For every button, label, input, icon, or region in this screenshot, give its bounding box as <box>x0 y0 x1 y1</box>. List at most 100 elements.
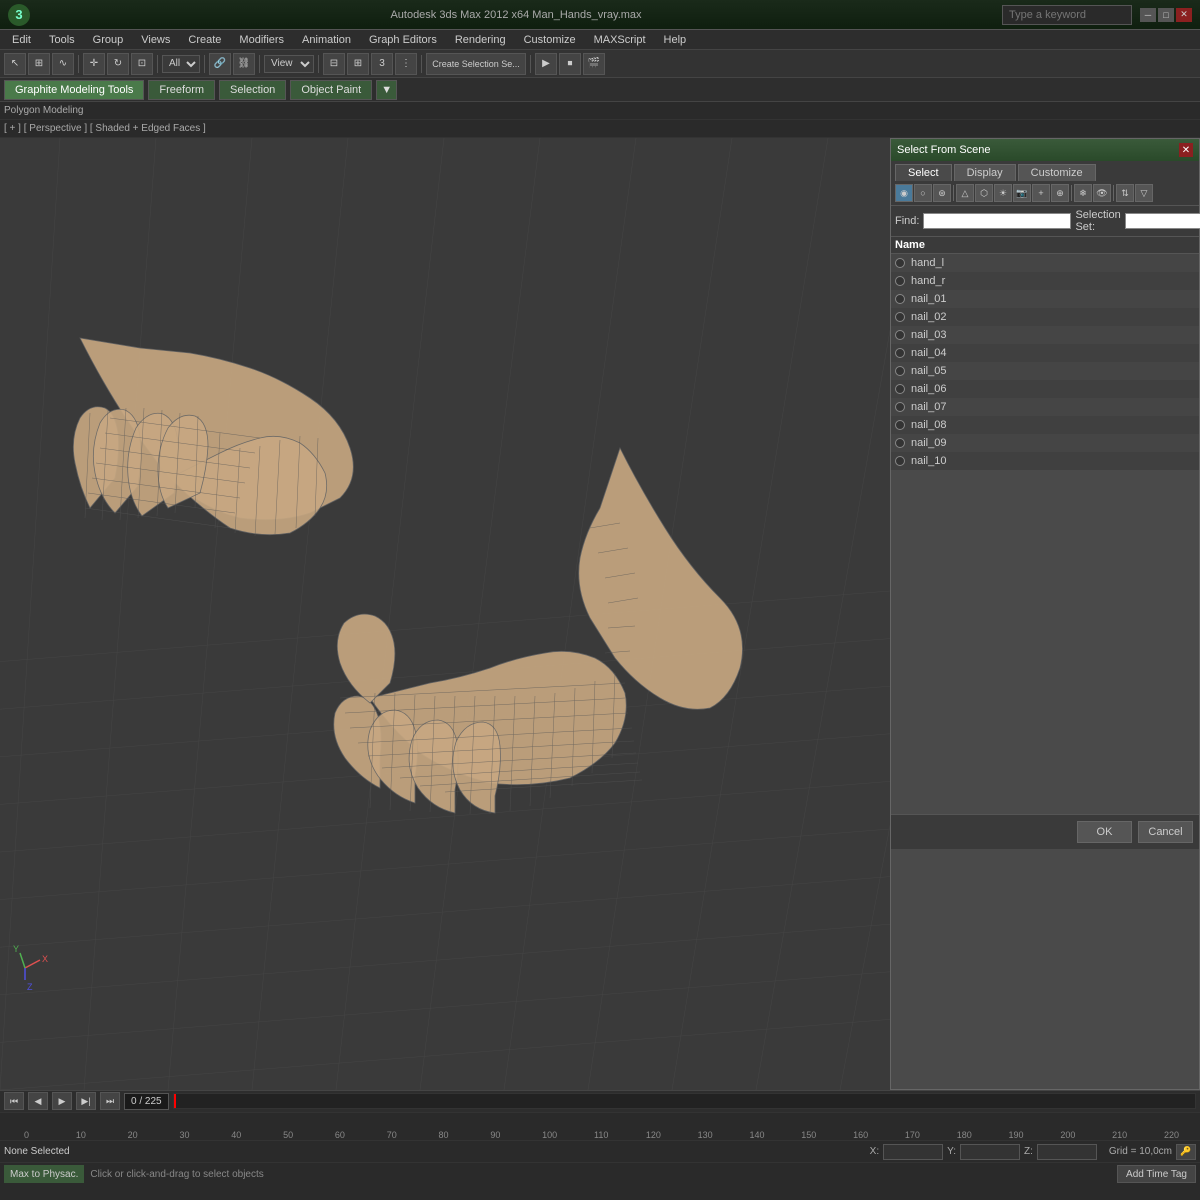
dlg-hidden-btn[interactable]: 👁 <box>1093 184 1111 202</box>
search-input[interactable] <box>1002 5 1132 25</box>
dlg-filter-btn[interactable]: ▽ <box>1135 184 1153 202</box>
menu-tools[interactable]: Tools <box>41 32 83 48</box>
tl-prev-btn[interactable]: ◀ <box>28 1092 48 1110</box>
list-item[interactable]: nail_05 <box>891 362 1199 380</box>
toolbar2-options-btn[interactable]: ▼ <box>376 80 397 100</box>
list-item[interactable]: hand_r <box>891 272 1199 290</box>
menu-views[interactable]: Views <box>133 32 178 48</box>
item-indicator <box>895 348 905 358</box>
render-btn[interactable]: 🎬 <box>583 53 605 75</box>
menu-maxscript[interactable]: MAXScript <box>586 32 654 48</box>
dlg-all-btn[interactable]: ◉ <box>895 184 913 202</box>
dlg-invert-btn[interactable]: ⊛ <box>933 184 951 202</box>
tl-play-btn[interactable]: ▶ <box>52 1092 72 1110</box>
list-item[interactable]: nail_03 <box>891 326 1199 344</box>
menu-create[interactable]: Create <box>180 32 229 48</box>
menu-rendering[interactable]: Rendering <box>447 32 514 48</box>
list-item[interactable]: nail_08 <box>891 416 1199 434</box>
dlg-helpers-btn[interactable]: + <box>1032 184 1050 202</box>
list-item[interactable]: nail_01 <box>891 290 1199 308</box>
dialog-titlebar[interactable]: Select From Scene ✕ <box>891 139 1199 161</box>
dlg-sep-1 <box>953 185 954 201</box>
tl-end-btn[interactable]: ⏭ <box>100 1092 120 1110</box>
status-right: Add Time Tag <box>1117 1165 1196 1183</box>
tab-graphite-modeling[interactable]: Graphite Modeling Tools <box>4 80 144 100</box>
reference-select[interactable]: All <box>162 55 200 73</box>
list-item[interactable]: nail_04 <box>891 344 1199 362</box>
timeline-track[interactable] <box>173 1093 1196 1109</box>
dialog-cancel-button[interactable]: Cancel <box>1138 821 1193 843</box>
maximize-button[interactable]: □ <box>1158 8 1174 22</box>
menu-animation[interactable]: Animation <box>294 32 359 48</box>
dlg-shapes-btn[interactable]: ⬡ <box>975 184 993 202</box>
view-select[interactable]: View <box>264 55 314 73</box>
tl-start-btn[interactable]: ⏮ <box>4 1092 24 1110</box>
align-btn[interactable]: ⊟ <box>323 53 345 75</box>
list-item[interactable]: nail_10 <box>891 452 1199 470</box>
create-selection-btn[interactable]: Create Selection Se... <box>426 53 526 75</box>
stop-btn[interactable]: ⏹ <box>559 53 581 75</box>
list-item[interactable]: nail_09 <box>891 434 1199 452</box>
dialog-tab-display[interactable]: Display <box>954 164 1016 181</box>
status-row-1: None Selected X: Y: Z: Grid = 10,0cm 🔑 <box>0 1141 1200 1163</box>
array-btn[interactable]: 3 <box>371 53 393 75</box>
close-button[interactable]: ✕ <box>1176 8 1192 22</box>
toolbar-separator-2 <box>157 55 158 73</box>
menu-group[interactable]: Group <box>85 32 132 48</box>
lasso-btn[interactable]: ∿ <box>52 53 74 75</box>
find-input[interactable] <box>923 213 1071 229</box>
list-item[interactable]: nail_07 <box>891 398 1199 416</box>
menu-graph-editors[interactable]: Graph Editors <box>361 32 445 48</box>
rotate-btn[interactable]: ↻ <box>107 53 129 75</box>
viewport-header: [ + ] [ Perspective ] [ Shaded + Edged F… <box>0 120 1200 138</box>
dialog-tab-select[interactable]: Select <box>895 164 952 181</box>
dlg-frozen-btn[interactable]: ❄ <box>1074 184 1092 202</box>
dialog-tab-customize[interactable]: Customize <box>1018 164 1096 181</box>
scrub-bar[interactable]: 0102030405060708090100110120130140150160… <box>0 1113 1200 1140</box>
list-item[interactable]: hand_l <box>891 254 1199 272</box>
item-indicator <box>895 438 905 448</box>
timeline-tick: 40 <box>231 1130 241 1140</box>
timeline-tick: 70 <box>387 1130 397 1140</box>
select-tool-btn[interactable]: ↖ <box>4 53 26 75</box>
scale-btn[interactable]: ⊡ <box>131 53 153 75</box>
list-item[interactable]: nail_06 <box>891 380 1199 398</box>
menu-customize[interactable]: Customize <box>516 32 584 48</box>
move-btn[interactable]: ✛ <box>83 53 105 75</box>
sel-set-input[interactable] <box>1125 213 1200 229</box>
minimize-button[interactable]: ─ <box>1140 8 1156 22</box>
status-hint: Click or click-and-drag to select object… <box>90 1169 263 1180</box>
dialog-ok-button[interactable]: OK <box>1077 821 1132 843</box>
dlg-cameras-btn[interactable]: 📷 <box>1013 184 1031 202</box>
tab-freeform[interactable]: Freeform <box>148 80 215 100</box>
tab-selection[interactable]: Selection <box>219 80 286 100</box>
select-region-btn[interactable]: ⊞ <box>28 53 50 75</box>
dlg-none-btn[interactable]: ○ <box>914 184 932 202</box>
menu-edit[interactable]: Edit <box>4 32 39 48</box>
modeling-bar: Polygon Modeling <box>0 102 1200 120</box>
tab-object-paint[interactable]: Object Paint <box>290 80 372 100</box>
dlg-sort-btn[interactable]: ⇅ <box>1116 184 1134 202</box>
menu-help[interactable]: Help <box>656 32 695 48</box>
add-time-tag-button[interactable]: Add Time Tag <box>1117 1165 1196 1183</box>
dialog-close-button[interactable]: ✕ <box>1179 143 1193 157</box>
link-btn[interactable]: 🔗 <box>209 53 231 75</box>
svg-text:X: X <box>42 954 48 964</box>
item-name: hand_l <box>911 257 944 269</box>
dlg-geo-btn[interactable]: △ <box>956 184 974 202</box>
dlg-lights-btn[interactable]: ☀ <box>994 184 1012 202</box>
list-item[interactable]: nail_02 <box>891 308 1199 326</box>
x-coord-input[interactable] <box>883 1144 943 1160</box>
dlg-spacewarps-btn[interactable]: ⊕ <box>1051 184 1069 202</box>
dialog-object-list[interactable]: hand_l hand_rnail_01nail_02nail_03nail_04… <box>891 254 1199 814</box>
play-btn[interactable]: ▶ <box>535 53 557 75</box>
y-coord-input[interactable] <box>960 1144 1020 1160</box>
mirror-btn[interactable]: ⊞ <box>347 53 369 75</box>
snap-btn[interactable]: ⋮ <box>395 53 417 75</box>
dlg-sep-3 <box>1113 185 1114 201</box>
z-coord-input[interactable] <box>1037 1144 1097 1160</box>
menu-modifiers[interactable]: Modifiers <box>231 32 292 48</box>
tl-next-btn[interactable]: ▶| <box>76 1092 96 1110</box>
unlink-btn[interactable]: ⛓ <box>233 53 255 75</box>
timeline-tick: 50 <box>283 1130 293 1140</box>
